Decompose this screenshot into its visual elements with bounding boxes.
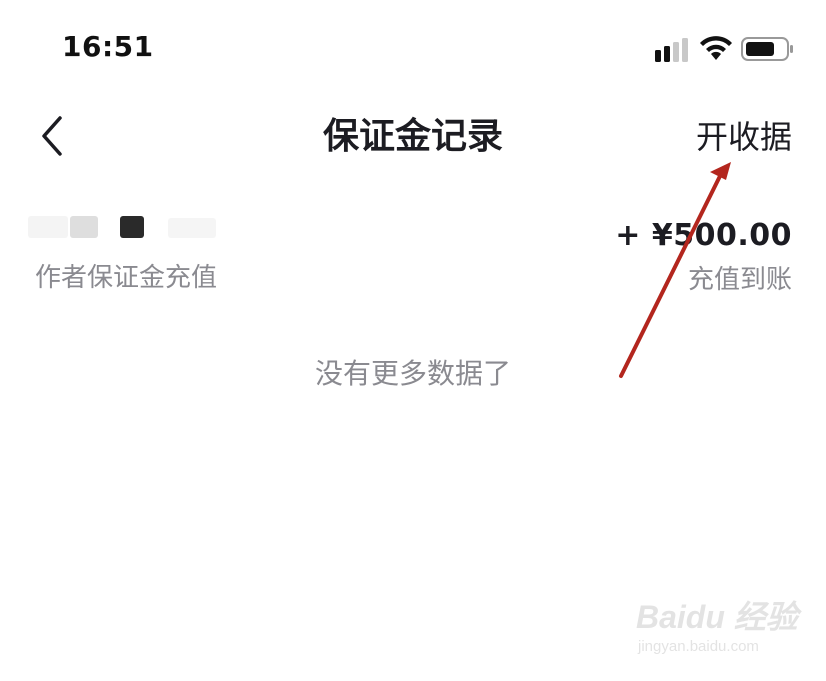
annotation-arrow xyxy=(619,162,731,378)
redacted-text xyxy=(70,216,98,238)
watermark-brand: Baidu 经验 xyxy=(636,599,798,635)
wifi-icon xyxy=(700,36,732,60)
watermark-url: jingyan.baidu.com xyxy=(638,638,759,655)
no-more-data-label: 没有更多数据了 xyxy=(314,357,511,390)
record-amount: + ¥500.00 xyxy=(615,218,792,253)
signal-icon xyxy=(655,38,688,62)
status-bar: 16:51 xyxy=(0,0,826,100)
issue-receipt-button[interactable]: 开收据 xyxy=(696,112,792,162)
baidu-watermark-logo: Baidu 经验 jingyan.baidu.com xyxy=(628,590,798,670)
redacted-text xyxy=(120,216,144,238)
record-description: 作者保证金充值 xyxy=(35,263,218,293)
redacted-text xyxy=(28,216,68,238)
record-status: 充值到账 xyxy=(687,265,792,295)
redacted-text xyxy=(168,218,216,238)
battery-icon xyxy=(741,37,793,61)
status-time: 16:51 xyxy=(62,30,154,63)
